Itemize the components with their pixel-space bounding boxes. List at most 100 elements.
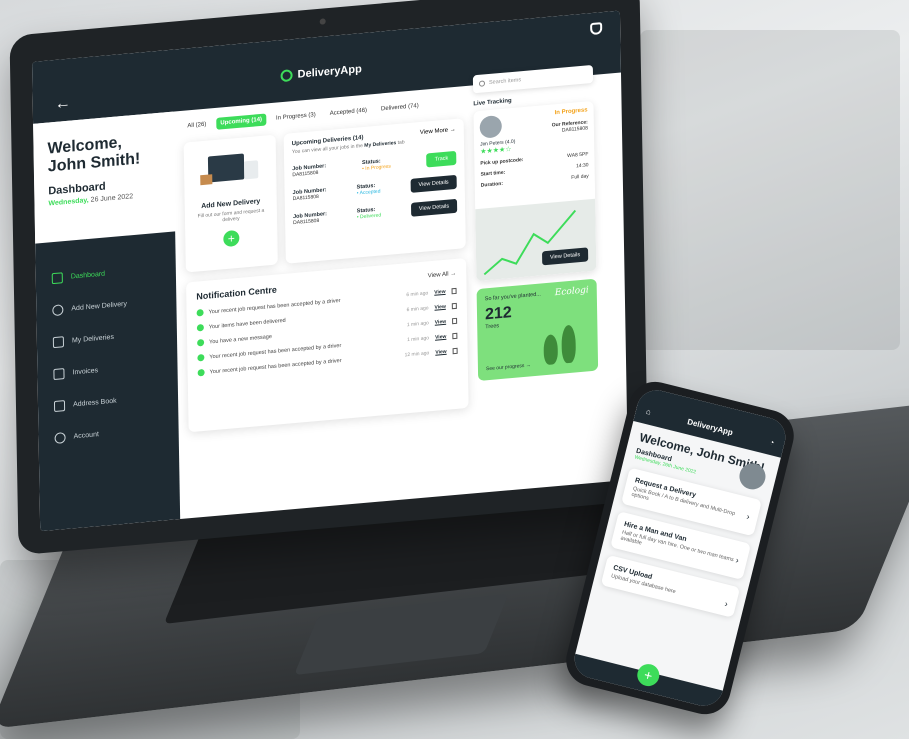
- notification-text: You have a new message: [209, 333, 272, 345]
- date-day: Wednesday,: [48, 196, 89, 208]
- sidebar-nav: Dashboard Add New Delivery My Deliveries…: [35, 231, 181, 532]
- job-number: DA8115808: [292, 193, 319, 203]
- delivery-row: Job Number: DA8115808 Status: • Delivered …: [293, 198, 458, 227]
- notification-time: 1 min ago: [406, 319, 429, 328]
- status-badge: • In Progress: [362, 163, 391, 173]
- status-badge: • Delivered: [356, 212, 382, 221]
- sidebar-item-label: Add New Delivery: [71, 300, 128, 313]
- plus-circle-icon: [52, 303, 64, 316]
- book-icon: [53, 399, 66, 412]
- truck-body: [207, 153, 245, 183]
- trash-icon[interactable]: [451, 287, 457, 294]
- truck-cab: [244, 160, 259, 180]
- back-arrow-icon[interactable]: ←: [55, 95, 71, 114]
- sidebar-item-label: My Deliveries: [71, 333, 114, 344]
- add-delivery-button[interactable]: +: [223, 229, 240, 248]
- view-link[interactable]: View: [435, 348, 446, 355]
- box-icon: [52, 335, 65, 348]
- right-column: Search items Live Tracking In Progress O…: [472, 64, 600, 485]
- tracking-key: Start time:: [480, 169, 506, 178]
- check-icon: [197, 338, 205, 347]
- tracking-status: In Progress: [554, 107, 588, 117]
- check-icon: [197, 368, 205, 377]
- notification-time: 6 min ago: [406, 289, 429, 298]
- parcel-box: [200, 174, 213, 186]
- search-input[interactable]: Search items: [489, 77, 521, 86]
- welcome-heading: Welcome, John Smith!: [47, 134, 141, 176]
- brand-name: DeliveryApp: [297, 63, 362, 81]
- check-icon: [196, 308, 204, 317]
- notification-time: 1 min ago: [407, 334, 430, 343]
- check-icon: [196, 323, 204, 332]
- subtitle-post: tab: [397, 139, 405, 146]
- laptop: ← DeliveryApp Welcome, John Smith! Dashb…: [9, 0, 649, 556]
- invoice-icon: [53, 367, 65, 380]
- my-deliveries-link[interactable]: My Deliveries: [364, 140, 396, 149]
- ecologi-card: Ecologi So far you've planted... 212 Tre…: [476, 278, 599, 381]
- notification-title: Notification Centre: [196, 284, 277, 302]
- notification-text: Your recent job request has been accepte…: [208, 297, 341, 316]
- bell-icon[interactable]: ◔: [768, 437, 775, 447]
- bell-icon[interactable]: [590, 22, 603, 36]
- job-number: DA8115808: [293, 217, 320, 227]
- chevron-right-icon: ›: [734, 555, 740, 566]
- tab-delivered[interactable]: Delivered (74): [377, 100, 423, 116]
- truck-illustration: [200, 150, 261, 193]
- view-link[interactable]: View: [434, 303, 445, 310]
- trash-icon[interactable]: [452, 317, 458, 324]
- sidebar-item-label: Address Book: [72, 397, 117, 408]
- add-delivery-card[interactable]: Add New Delivery Fill out our form and r…: [183, 134, 278, 273]
- welcome-panel: Welcome, John Smith! Dashboard Wednesday…: [33, 111, 176, 244]
- check-icon: [197, 353, 205, 362]
- date-rest: 26 June 2022: [90, 192, 134, 204]
- notification-text: Your recent job request has been accepte…: [209, 357, 342, 375]
- notification-text: Your items have been delivered: [208, 317, 286, 331]
- notification-text: Your recent job request has been accepte…: [209, 342, 342, 360]
- chevron-right-icon: ›: [745, 511, 751, 522]
- view-link[interactable]: View: [435, 318, 446, 325]
- tracking-key: Duration:: [480, 180, 504, 189]
- main-content: All (26) Upcoming (14) In Progress (3) A…: [183, 96, 470, 510]
- delivery-row: Job Number: DA8115808 Status: • In Progres…: [292, 150, 457, 179]
- phone-brand: DeliveryApp: [686, 416, 734, 437]
- route-line: [483, 209, 577, 276]
- home-icon[interactable]: ⌂: [645, 406, 652, 416]
- trash-icon[interactable]: [452, 347, 458, 354]
- sidebar-item-label: Invoices: [72, 366, 99, 376]
- track-button[interactable]: Track: [426, 150, 457, 168]
- status-badge: • Accepted: [356, 188, 381, 197]
- tab-accepted[interactable]: Accepted (46): [326, 104, 372, 120]
- camera: [319, 18, 326, 25]
- tab-all[interactable]: All (26): [183, 118, 210, 132]
- tracking-value: Full day: [571, 173, 589, 181]
- notification-centre: Notification Centre View All → Your rece…: [186, 258, 469, 433]
- ecologi-logo: Ecologi: [554, 285, 589, 299]
- eco-progress-link[interactable]: See our progress →: [486, 362, 531, 372]
- tree-icon: [561, 324, 576, 364]
- tree-icon: [543, 334, 558, 366]
- gear-icon: [54, 431, 66, 444]
- tracking-map[interactable]: View Details: [475, 198, 597, 282]
- logo-icon: [280, 69, 293, 83]
- sidebar-item-label: Dashboard: [70, 270, 106, 281]
- tab-upcoming[interactable]: Upcoming (14): [216, 113, 267, 130]
- search-icon: [478, 80, 486, 87]
- tracking-key: Pick up postcode:: [480, 156, 524, 167]
- home-icon: [51, 271, 63, 284]
- driver-avatar: [479, 114, 502, 139]
- view-details-button[interactable]: View Details: [410, 174, 457, 193]
- view-link[interactable]: View: [434, 288, 445, 295]
- view-link[interactable]: View: [435, 333, 446, 340]
- notification-time: 12 min ago: [404, 349, 430, 358]
- trash-icon[interactable]: [451, 302, 457, 309]
- chevron-right-icon: ›: [723, 598, 729, 610]
- tab-in-progress[interactable]: In Progress (3): [272, 109, 320, 125]
- sidebar-item-label: Account: [73, 430, 99, 440]
- upcoming-deliveries-card: Upcoming Deliveries (14) View More → You…: [283, 118, 466, 264]
- view-all-link[interactable]: View All →: [428, 271, 457, 279]
- trackpad: [293, 593, 509, 676]
- live-tracking-card: In Progress Our Reference: DA8115808 Jim …: [473, 100, 597, 282]
- trash-icon[interactable]: [452, 332, 458, 339]
- background-photo: [640, 30, 900, 350]
- view-details-button[interactable]: View Details: [410, 198, 458, 217]
